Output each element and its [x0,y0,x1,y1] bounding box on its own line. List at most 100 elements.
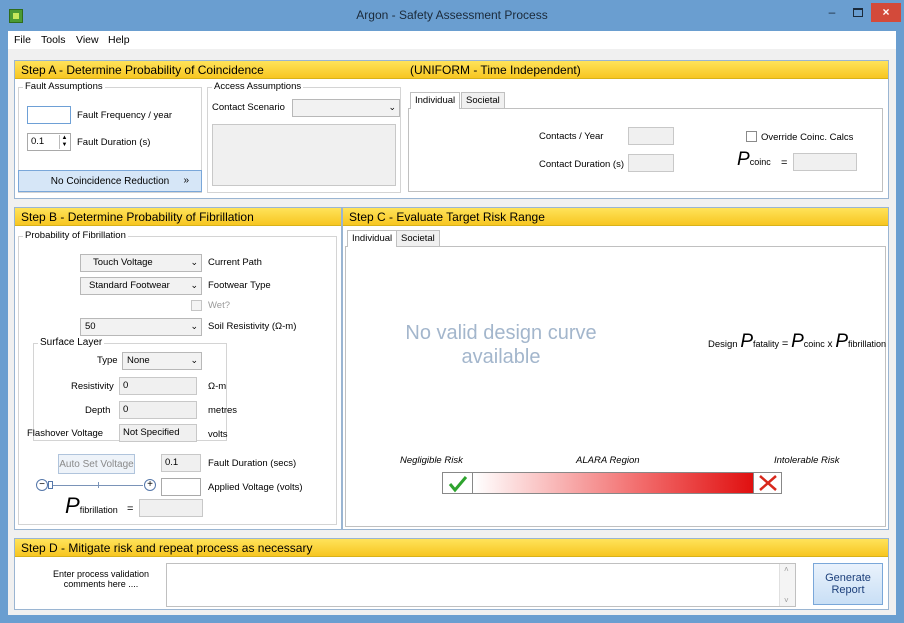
comments-scrollbar[interactable]: ˄ ˅ [779,564,795,606]
fault-duration-stepper[interactable]: 0.1 ▲ ▼ [27,133,71,151]
step-d-panel: Step D - Mitigate risk and repeat proces… [14,538,889,610]
no-coincidence-label: No Coincidence Reduction [50,176,170,187]
close-button[interactable]: × [871,3,901,22]
depth-label: Depth [85,405,111,416]
slider-tick [98,482,99,488]
applied-voltage-label: Applied Voltage (volts) [208,482,303,493]
alara-region-label: ALARA Region [576,455,640,466]
tab-societal-c[interactable]: Societal [396,230,440,246]
step-a-subtitle: (UNIFORM - Time Independent) [410,63,581,77]
chevron-down-icon: ⌄ [190,321,198,331]
window-title: Argon - Safety Assessment Process [356,8,548,22]
flashover-voltage-input[interactable]: Not Specified [119,424,197,442]
formula-times: x [827,339,833,350]
fault-duration-secs-input[interactable]: 0.1 [161,454,201,472]
tab-societal-a[interactable]: Societal [461,92,505,108]
contact-scenario-label: Contact Scenario [212,102,285,113]
menu-tools[interactable]: Tools [41,34,66,46]
step-c-header: Step C - Evaluate Target Risk Range [343,208,888,226]
wet-checkbox[interactable] [191,300,202,311]
design-label: Design [708,339,738,350]
step-b-panel: Step B - Determine Probability of Fibril… [14,207,342,530]
auto-set-voltage-button[interactable]: Auto Set Voltage [58,454,135,474]
menu-view[interactable]: View [76,34,99,46]
fault-duration-label: Fault Duration (s) [77,137,151,148]
surface-type-select[interactable]: None ⌄ [122,352,202,370]
p-fibrillation-sub: fibrillation [79,505,118,515]
intolerable-risk-cell [753,473,781,493]
step-a-title: Step A - Determine Probability of Coinci… [21,63,264,77]
menu-bar: File Tools View Help [8,31,896,49]
scroll-up-icon[interactable]: ˄ [784,565,789,574]
client-area: Step A - Determine Probability of Coinci… [8,49,896,615]
p-coinc-letter-c: P [791,331,804,352]
fault-assumptions-label: Fault Assumptions [23,81,105,92]
access-assumptions-label: Access Assumptions [212,81,304,92]
step-a-tab-page: Contacts / Year Contact Duration (s) Ove… [408,108,883,192]
no-coincidence-reduction-button[interactable]: No Coincidence Reduction » [18,170,202,192]
cross-icon [759,475,777,491]
depth-input[interactable]: 0 [119,401,197,419]
p-coinc-equals: = [781,157,788,169]
menu-file[interactable]: File [14,34,31,46]
zoom-out-icon[interactable]: − [36,479,48,491]
chevron-down-icon: ⌄ [190,257,198,267]
check-icon [448,476,468,493]
step-a-panel: Step A - Determine Probability of Coinci… [14,60,889,199]
override-coinc-checkbox[interactable] [746,131,757,142]
applied-voltage-input[interactable] [161,478,201,496]
override-coinc-label: Override Coinc. Calcs [761,132,854,143]
soil-resistivity-select[interactable]: 50 ⌄ [80,318,202,336]
p-fibrillation-symbol: Pfibrillation [65,493,118,519]
tab-individual-a[interactable]: Individual [410,92,461,109]
applied-voltage-slider[interactable]: − + [36,477,162,493]
contacts-per-year-input[interactable] [628,127,674,145]
contacts-per-year-label: Contacts / Year [539,131,604,142]
scroll-down-icon[interactable]: ˅ [784,596,789,605]
risk-range-bar [442,472,782,494]
footwear-type-label: Footwear Type [208,280,271,291]
comments-textarea[interactable]: ˄ ˅ [166,563,796,607]
surface-type-value: None [127,355,150,366]
p-fatality-sub: fatality [753,339,780,349]
chevron-down-icon: ⌄ [190,280,198,290]
wet-label: Wet? [208,300,231,311]
contact-duration-input[interactable] [628,154,674,172]
footwear-type-value: Standard Footwear [89,280,170,291]
depth-unit: metres [208,405,238,416]
contact-duration-label: Contact Duration (s) [539,159,625,170]
fault-assumptions-group: Fault Assumptions Fault Frequency / year… [18,81,202,193]
p-coinc-letter: P [737,149,750,170]
spin-arrows-icon[interactable]: ▲ ▼ [59,135,69,149]
resistivity-input[interactable]: 0 [119,377,197,395]
step-c-title: Step C - Evaluate Target Risk Range [349,210,545,224]
zoom-in-icon[interactable]: + [144,479,156,491]
formula-equals: = [781,338,789,350]
alara-gradient [474,473,753,493]
footwear-type-select[interactable]: Standard Footwear ⌄ [80,277,202,295]
fault-frequency-input[interactable] [27,106,71,124]
minimize-button[interactable]: – [819,3,845,22]
menu-help[interactable]: Help [108,34,130,46]
negligible-risk-label: Negligible Risk [400,455,463,466]
p-fib-sub-c: fibrillation [848,339,887,349]
current-path-value: Touch Voltage [93,257,153,268]
contact-scenario-select[interactable]: ⌄ [292,99,400,117]
maximize-button[interactable] [845,3,871,22]
p-fibrillation-letter: P [65,493,80,518]
current-path-label: Current Path [208,257,262,268]
step-d-title: Step D - Mitigate risk and repeat proces… [21,541,313,555]
fault-duration-secs-label: Fault Duration (secs) [208,458,297,469]
p-coinc-sub: coinc [749,157,771,167]
type-label: Type [97,355,118,366]
generate-report-button[interactable]: Generate Report [813,563,883,605]
tab-individual-c[interactable]: Individual [347,230,398,247]
p-fibrillation-output [139,499,203,517]
step-c-panel: Step C - Evaluate Target Risk Range Indi… [342,207,889,530]
current-path-select[interactable]: Touch Voltage ⌄ [80,254,202,272]
chevron-up-icon: » [183,175,189,186]
step-b-header: Step B - Determine Probability of Fibril… [15,208,341,226]
flashover-voltage-unit: volts [208,429,228,440]
resistivity-unit: Ω-m [208,381,227,392]
step-d-header: Step D - Mitigate risk and repeat proces… [15,539,888,557]
